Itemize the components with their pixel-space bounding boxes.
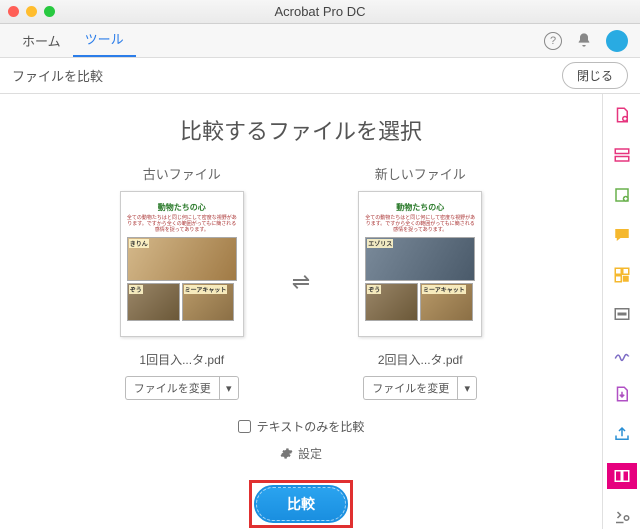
tool-redact[interactable] bbox=[611, 304, 633, 326]
new-file-label: 新しいファイル bbox=[375, 164, 466, 183]
doc-title: 動物たちの心 bbox=[158, 202, 206, 213]
old-filename: 1回目入...タ.pdf bbox=[139, 351, 224, 368]
tool-edit-pdf[interactable] bbox=[611, 184, 633, 206]
doc-title: 動物たちの心 bbox=[396, 202, 444, 213]
titlebar: Acrobat Pro DC bbox=[0, 0, 640, 24]
tool-create-pdf[interactable] bbox=[611, 104, 633, 126]
change-old-file-dropdown[interactable]: ▾ bbox=[219, 376, 239, 400]
text-only-label: テキストのみを比較 bbox=[257, 418, 365, 435]
tab-bar: ホーム ツール ? bbox=[0, 24, 640, 58]
right-tool-rail bbox=[602, 94, 640, 529]
text-only-checkbox[interactable] bbox=[238, 420, 251, 433]
tool-compare-active[interactable] bbox=[607, 463, 637, 489]
old-change-file: ファイルを変更 ▾ bbox=[125, 376, 239, 400]
settings-label: 設定 bbox=[298, 445, 322, 462]
doc-image: ミーアキャット bbox=[182, 283, 235, 321]
notifications-icon[interactable] bbox=[576, 32, 592, 51]
tool-organize[interactable] bbox=[611, 264, 633, 286]
tool-sign[interactable] bbox=[611, 343, 633, 365]
settings-link[interactable]: 設定 bbox=[280, 445, 322, 462]
page-title: 比較するファイルを選択 bbox=[180, 114, 422, 146]
tool-export[interactable] bbox=[611, 383, 633, 405]
new-file-thumbnail[interactable]: 動物たちの心 全ての動物たちはと同じ何にして密度な視野があります。ですから全くの… bbox=[358, 191, 482, 337]
tool-share[interactable] bbox=[611, 423, 633, 445]
tool-header: ファイルを比較 閉じる bbox=[0, 58, 640, 94]
tool-combine[interactable] bbox=[611, 144, 633, 166]
change-new-file-button[interactable]: ファイルを変更 bbox=[363, 376, 457, 400]
new-filename: 2回目入...タ.pdf bbox=[378, 351, 463, 368]
doc-image: エゾリス bbox=[365, 237, 475, 281]
tool-comment[interactable] bbox=[611, 224, 633, 246]
window-minimize-button[interactable] bbox=[26, 6, 37, 17]
tab-home[interactable]: ホーム bbox=[10, 25, 73, 57]
doc-blurb: 全ての動物たちはと同じ何にして密度な視野があります。ですから全くの範囲がってもに… bbox=[365, 215, 475, 233]
window-title: Acrobat Pro DC bbox=[0, 4, 640, 19]
window-zoom-button[interactable] bbox=[44, 6, 55, 17]
compare-button[interactable]: 比較 bbox=[256, 487, 346, 521]
new-file-column: 新しいファイル 動物たちの心 全ての動物たちはと同じ何にして密度な視野があります… bbox=[340, 164, 500, 400]
old-file-column: 古いファイル 動物たちの心 全ての動物たちはと同じ何にして密度な視野があります。… bbox=[102, 164, 262, 400]
help-icon[interactable]: ? bbox=[544, 32, 562, 50]
gear-icon bbox=[280, 447, 293, 460]
old-file-thumbnail[interactable]: 動物たちの心 全ての動物たちはと同じ何にして密度な視野があります。ですから全くの… bbox=[120, 191, 244, 337]
text-only-checkbox-row[interactable]: テキストのみを比較 bbox=[238, 418, 365, 435]
close-tool-button[interactable]: 閉じる bbox=[562, 62, 628, 89]
doc-image: ぞう bbox=[365, 283, 418, 321]
change-old-file-button[interactable]: ファイルを変更 bbox=[125, 376, 219, 400]
account-avatar[interactable] bbox=[606, 30, 628, 52]
doc-image: ぞう bbox=[127, 283, 180, 321]
doc-image: ミーアキャット bbox=[420, 283, 473, 321]
tool-more[interactable] bbox=[611, 507, 633, 529]
traffic-lights bbox=[8, 6, 55, 17]
compare-button-highlight: 比較 bbox=[249, 480, 353, 528]
old-file-label: 古いファイル bbox=[143, 164, 221, 183]
swap-files-button[interactable]: ⇌ bbox=[292, 273, 310, 291]
new-change-file: ファイルを変更 ▾ bbox=[363, 376, 477, 400]
doc-image: きりん bbox=[127, 237, 237, 281]
window-close-button[interactable] bbox=[8, 6, 19, 17]
change-new-file-dropdown[interactable]: ▾ bbox=[457, 376, 477, 400]
tool-title: ファイルを比較 bbox=[12, 66, 103, 85]
swap-icon: ⇌ bbox=[292, 273, 310, 291]
tab-tools[interactable]: ツール bbox=[73, 23, 136, 57]
main-panel: 比較するファイルを選択 古いファイル 動物たちの心 全ての動物たちはと同じ何にし… bbox=[0, 94, 602, 529]
doc-blurb: 全ての動物たちはと同じ何にして密度な視野があります。ですから全くの範囲がってもに… bbox=[127, 215, 237, 233]
